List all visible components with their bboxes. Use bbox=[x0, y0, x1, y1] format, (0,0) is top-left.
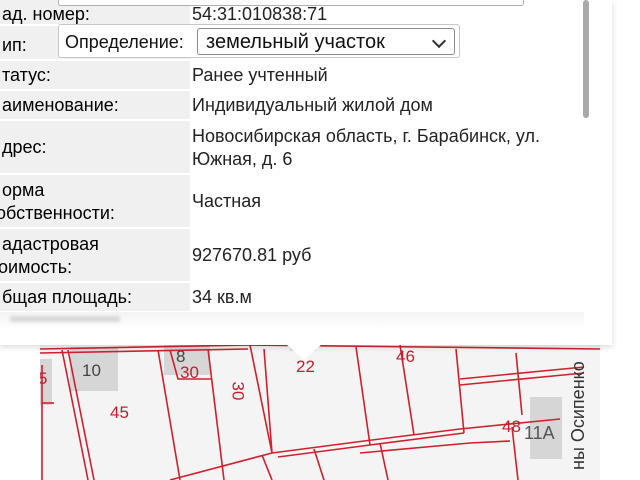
street-label: ны Осипенко bbox=[568, 361, 588, 470]
parcel-label: 48 bbox=[502, 417, 521, 436]
row-label: дрес: bbox=[2, 137, 47, 157]
definition-select-value: земельный участок bbox=[206, 31, 385, 53]
popup-pointer bbox=[286, 344, 322, 360]
parcel-label: 30 bbox=[228, 381, 248, 401]
table-row: адастровая оимость: 927670.81 руб bbox=[0, 229, 584, 281]
row-value: 927670.81 руб bbox=[192, 245, 312, 265]
parcel-label: 11А bbox=[524, 423, 555, 443]
row-value: Ранее учтенный bbox=[192, 65, 328, 85]
parcel-label: 30 bbox=[180, 363, 199, 382]
row-label: аименование: bbox=[2, 95, 119, 115]
parcel-label: 22 bbox=[296, 357, 315, 376]
map-margin-right bbox=[600, 345, 640, 480]
row-value: Индивидуальный жилой дом bbox=[192, 95, 433, 115]
table-row-faded bbox=[0, 312, 584, 330]
row-value: 34 кв.м bbox=[192, 287, 252, 307]
row-label: орма bbox=[2, 180, 45, 200]
row-label: адастровая bbox=[2, 234, 99, 254]
table-row: дрес: Новосибирская область, г. Барабинс… bbox=[0, 121, 584, 173]
map-margin-left bbox=[0, 345, 40, 480]
row-label: оимость: bbox=[0, 257, 73, 277]
table-row: бщая площадь: 34 кв.м bbox=[0, 283, 584, 311]
table-row: орма обственности: Частная bbox=[0, 175, 584, 227]
cadastral-map[interactable]: 10 8 30 30 22 46 45 48 11А 5 ны Осипенко bbox=[40, 345, 600, 480]
table-row: аименование: Индивидуальный жилой дом bbox=[0, 91, 584, 119]
popup-scrollbar[interactable] bbox=[583, 0, 589, 118]
row-value: 54:31:010838:71 bbox=[192, 4, 328, 24]
row-value: Частная bbox=[192, 191, 261, 211]
row-label: татус: bbox=[2, 65, 51, 85]
row-label: ад. номер: bbox=[2, 4, 90, 24]
row-value: Южная, д. 6 bbox=[192, 149, 293, 169]
row-label: ип: bbox=[2, 35, 27, 55]
parcel-label: 46 bbox=[396, 347, 415, 366]
row-label: бщая площадь: bbox=[2, 287, 133, 307]
table-row: татус: Ранее учтенный bbox=[0, 61, 584, 89]
parcel-label: 45 bbox=[110, 403, 129, 422]
parcel-label: 10 bbox=[82, 361, 101, 380]
row-value: Новосибирская область, г. Барабинск, ул. bbox=[192, 126, 540, 146]
search-input[interactable] bbox=[58, 0, 524, 6]
parcel-label: 5 bbox=[40, 369, 48, 388]
row-label: обственности: bbox=[0, 203, 115, 223]
definition-control: Определение: земельный участок bbox=[58, 24, 460, 58]
definition-label: Определение: bbox=[65, 32, 184, 52]
definition-select[interactable]: земельный участок bbox=[197, 28, 455, 55]
cadastral-info-popup: ад. номер: 54:31:010838:71 ип: татус: Ра… bbox=[0, 0, 612, 345]
chevron-down-icon bbox=[431, 33, 447, 49]
